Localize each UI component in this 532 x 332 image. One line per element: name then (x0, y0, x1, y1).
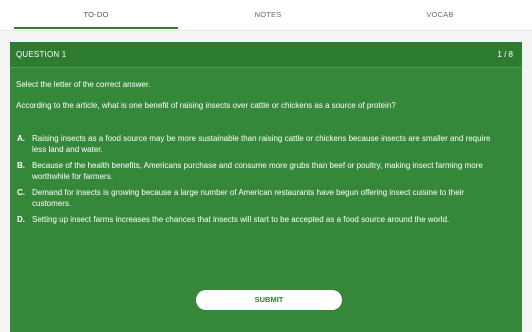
question-prompt: According to the article, what is one be… (16, 101, 396, 110)
tab-divider (0, 30, 532, 31)
active-tab-indicator (14, 27, 178, 29)
tab-to-do[interactable]: TO-DO (14, 0, 178, 30)
option-text: Demand for insects is growing because a … (32, 188, 465, 208)
submit-button[interactable]: SUBMIT (196, 290, 342, 310)
option-text: Because of the health benefits, American… (32, 161, 483, 181)
option-letter: D. (17, 215, 25, 224)
option-text: Setting up insect farms increases the ch… (32, 215, 450, 224)
answer-options: A. Raising insects as a food source may … (16, 133, 496, 230)
answer-option-b[interactable]: B. Because of the health benefits, Ameri… (16, 160, 496, 182)
question-instruction: Select the letter of the correct answer. (16, 80, 151, 89)
tab-notes[interactable]: NOTES (186, 0, 350, 30)
option-text: Raising insects as a food source may be … (32, 134, 491, 154)
answer-option-d[interactable]: D. Setting up insect farms increases the… (16, 214, 496, 225)
question-number: QUESTION 1 (16, 50, 67, 59)
option-letter: B. (17, 161, 25, 170)
answer-option-a[interactable]: A. Raising insects as a food source may … (16, 133, 496, 155)
tab-vocab[interactable]: VOCAB (358, 0, 522, 30)
question-counter: 1 / 8 (497, 50, 513, 59)
question-card: QUESTION 1 1 / 8 Select the letter of th… (10, 42, 522, 332)
option-letter: A. (17, 134, 25, 143)
tab-bar: TO-DO NOTES VOCAB (0, 0, 532, 30)
question-header: QUESTION 1 1 / 8 (10, 42, 522, 68)
answer-option-c[interactable]: C. Demand for insects is growing because… (16, 187, 496, 209)
option-letter: C. (17, 188, 25, 197)
